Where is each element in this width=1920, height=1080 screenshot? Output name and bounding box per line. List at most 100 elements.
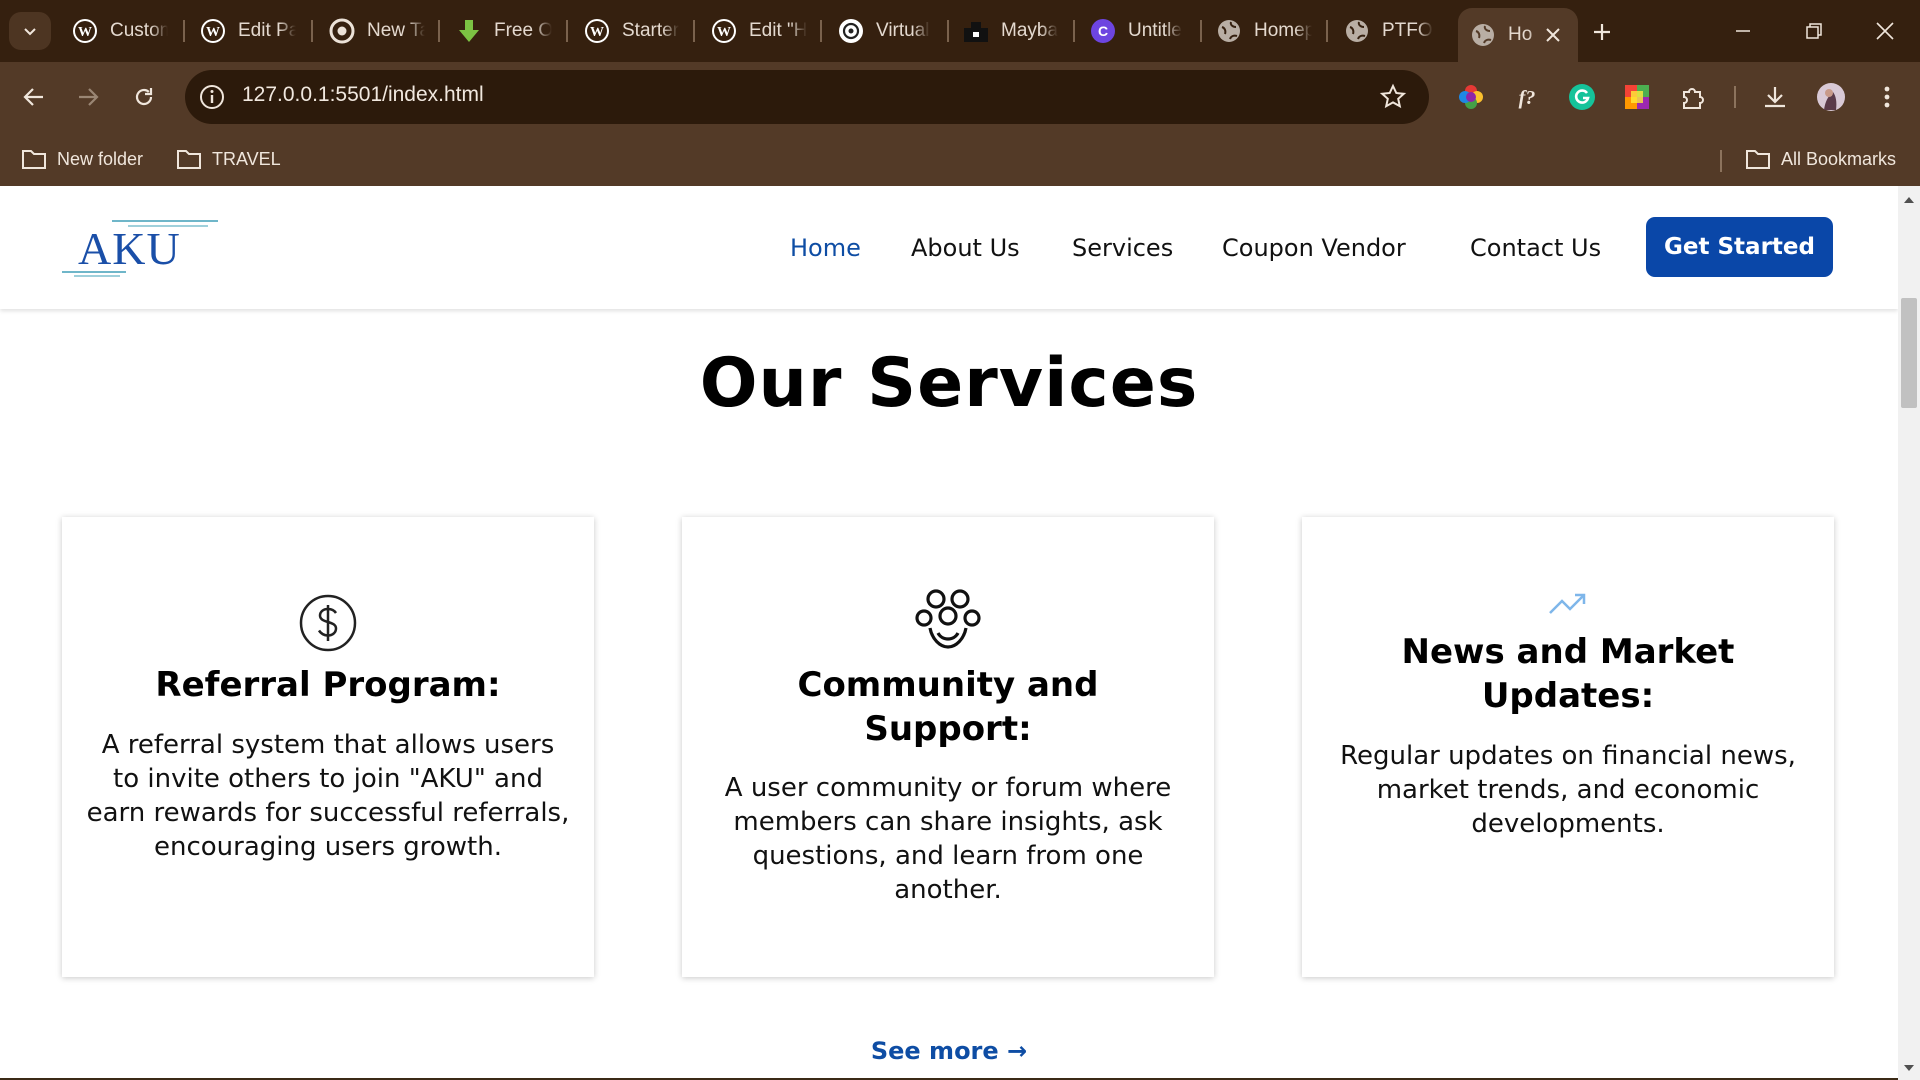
bookmark-folder[interactable]: New folder [21,144,143,174]
close-icon [1876,22,1894,40]
arrow-left-icon [23,88,43,106]
all-bookmarks-button[interactable]: All Bookmarks [1745,144,1896,174]
scroll-up-arrow-icon[interactable] [1903,194,1915,206]
tab-title: Free O [494,20,552,41]
page-scrollbar[interactable] [1898,186,1920,1080]
globe-icon [1216,18,1242,44]
tab-search-button[interactable] [9,12,51,50]
tab-title: Untitle [1128,20,1182,41]
browser-tab-active[interactable]: Ho [1458,8,1578,62]
dollar-icon [299,594,357,652]
plus-icon [1594,24,1610,40]
tab-title: Custom [110,20,168,41]
tab-divider [947,20,949,42]
svg-text:W: W [717,25,731,40]
bookmark-label: TRAVEL [212,148,281,169]
browser-tab[interactable]: Virtual [838,9,934,53]
see-more-link[interactable]: See more → [0,1037,1898,1065]
tab-title: Starter [622,20,680,41]
reload-icon [135,88,153,106]
bookmarks-bar: New folder TRAVEL All Bookmarks [0,132,1920,186]
browser-tab[interactable]: C Untitle [1090,9,1186,53]
new-tab-button[interactable] [1585,17,1619,47]
openai-icon [838,18,864,44]
browser-tab[interactable]: W Starter [584,9,680,53]
card-description: A referral system that allows users to i… [86,730,570,862]
canva-icon: C [1090,18,1116,44]
browser-tab[interactable]: Mayba [963,9,1059,53]
nav-coupon-vendor[interactable]: Coupon Vendor [1222,234,1406,262]
tab-divider [183,20,185,42]
svg-text:f?: f? [1519,87,1536,109]
font-extension-icon[interactable]: f? [1511,81,1543,113]
tab-title: Virtual [876,20,930,41]
browser-tab[interactable]: Homep [1216,9,1312,53]
nav-about-us[interactable]: About Us [911,234,1020,262]
site-icon [963,18,989,44]
tab-divider [1073,20,1075,42]
back-button[interactable] [14,77,54,117]
site-info-icon[interactable] [199,84,225,110]
service-card-community: Community and Support: A user community … [682,517,1214,977]
tab-title: Edit "H [749,20,807,41]
browser-tab[interactable]: New Ta [329,9,425,53]
card-description: Regular updates on financial news, marke… [1340,741,1796,839]
tab-title: PTFO [1382,20,1433,41]
downloads-icon[interactable] [1759,81,1791,113]
tab-divider [820,20,822,42]
browser-menu-icon[interactable] [1871,81,1903,113]
url-text[interactable]: 127.0.0.1:5501/index.html [242,83,484,107]
nav-home[interactable]: Home [790,234,861,262]
wordpress-icon: W [584,18,610,44]
logo-text: AKU [78,223,181,274]
close-window-button[interactable] [1855,12,1915,50]
nav-services[interactable]: Services [1072,234,1173,262]
browser-tab[interactable]: PTFO [1344,9,1440,53]
folder-icon [1746,150,1770,169]
wordpress-icon: W [711,18,737,44]
restore-icon [1806,23,1822,39]
browser-tab[interactable]: W Edit "H [711,9,807,53]
site-header: AKU Home About Us Services Coupon Vendor… [0,186,1898,309]
section-title: Our Services [699,344,1199,423]
site-logo[interactable]: AKU [60,216,220,277]
profile-avatar[interactable] [1815,81,1847,113]
grammarly-icon[interactable] [1566,81,1598,113]
bookmark-star-icon[interactable] [1379,83,1407,111]
browser-tab[interactable]: Free O [456,9,552,53]
card-title: Referral Program: [155,665,501,705]
tab-title: Ho [1508,24,1533,45]
browser-tab[interactable]: W Custom [72,9,168,53]
color-picker-extension-icon[interactable] [1455,81,1487,113]
forward-button[interactable] [68,77,108,117]
chrome-icon [329,18,355,44]
wordpress-icon: W [200,18,226,44]
card-description: A user community or forum where members … [724,773,1172,905]
trending-up-icon [1549,593,1586,614]
globe-icon [1470,22,1496,48]
tab-divider [566,20,568,42]
nav-contact-us[interactable]: Contact Us [1470,234,1601,262]
close-tab-icon[interactable] [1542,24,1564,46]
scrollbar-thumb[interactable] [1901,298,1917,408]
palette-extension-icon[interactable] [1621,81,1653,113]
extensions-puzzle-icon[interactable] [1677,81,1709,113]
svg-text:W: W [206,25,220,40]
tab-divider [1200,20,1202,42]
address-bar[interactable]: 127.0.0.1:5501/index.html [185,70,1429,124]
restore-button[interactable] [1784,12,1844,50]
toolbar-divider [1734,86,1736,108]
svg-text:W: W [590,25,604,40]
browser-tab[interactable]: W Edit Pa [200,9,296,53]
community-icon [915,589,981,649]
reload-button[interactable] [124,77,164,117]
card-title: Community and Support: [797,665,1099,749]
minimize-button[interactable] [1713,12,1773,50]
bookmark-folder[interactable]: TRAVEL [176,144,281,174]
tab-title: New Ta [367,20,425,41]
tab-title: Homep [1254,20,1312,41]
globe-icon [1344,18,1370,44]
browser-tab-bar: W Custom W Edit Pa New Ta Free O W Start… [0,0,1920,62]
scroll-down-arrow-icon[interactable] [1903,1062,1915,1074]
get-started-button[interactable]: Get Started [1646,217,1833,277]
